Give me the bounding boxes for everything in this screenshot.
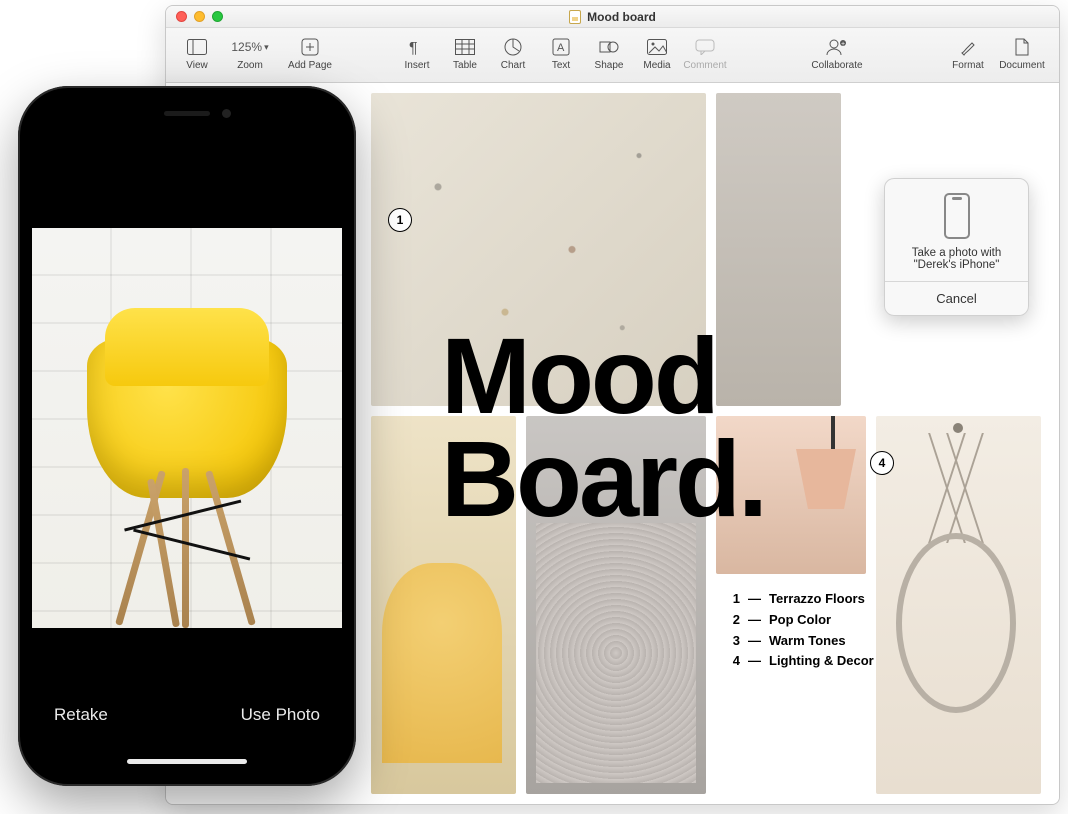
- collaborate-button[interactable]: + Collaborate: [802, 34, 872, 71]
- continuity-camera-popover: Take a photo with "Derek's iPhone" Cance…: [884, 178, 1029, 316]
- format-label: Format: [952, 60, 984, 71]
- yellow-chair: [87, 298, 287, 628]
- iphone-screen: Retake Use Photo: [32, 100, 342, 772]
- insert-button[interactable]: ¶ Insert: [394, 34, 440, 71]
- armchair-shape: [382, 563, 502, 763]
- marker-1: 1: [388, 208, 412, 232]
- comment-button[interactable]: Comment: [682, 34, 728, 71]
- sidebar-icon: [187, 34, 207, 60]
- table-label: Table: [453, 60, 477, 71]
- add-page-button[interactable]: Add Page: [280, 34, 340, 71]
- chart-icon: [504, 34, 522, 60]
- document-label: Document: [999, 60, 1045, 71]
- mirror-hook: [953, 423, 963, 433]
- text-icon: A: [552, 34, 570, 60]
- cancel-button[interactable]: Cancel: [885, 281, 1028, 315]
- iphone-notch: [107, 100, 267, 128]
- collaborate-label: Collaborate: [811, 60, 862, 71]
- view-button[interactable]: View: [174, 34, 220, 71]
- plus-page-icon: [301, 34, 319, 60]
- lamp-cord: [831, 416, 835, 451]
- text-button[interactable]: A Text: [538, 34, 584, 71]
- document-button[interactable]: Document: [993, 34, 1051, 71]
- legend: 1—Terrazzo Floors 2—Pop Color 3—Warm Ton…: [726, 589, 874, 672]
- table-icon: [455, 34, 475, 60]
- svg-text:A: A: [557, 42, 565, 54]
- page-title[interactable]: Mood Board.: [441, 325, 765, 530]
- popover-text-line2: "Derek's iPhone": [895, 259, 1018, 271]
- legend-row: 1—Terrazzo Floors: [726, 589, 874, 610]
- text-label: Text: [552, 60, 570, 71]
- media-icon: [647, 34, 667, 60]
- zoom-value: 125%▾: [231, 34, 268, 60]
- add-page-label: Add Page: [288, 60, 332, 71]
- traffic-lights: [176, 11, 223, 22]
- view-label: View: [186, 60, 208, 71]
- media-button[interactable]: Media: [634, 34, 680, 71]
- minimize-icon[interactable]: [194, 11, 205, 22]
- chevron-down-icon: ▾: [264, 42, 269, 53]
- zoom-label: Zoom: [237, 60, 263, 71]
- collaborate-icon: +: [826, 34, 848, 60]
- camera-bottom-bar: Retake Use Photo: [32, 672, 342, 772]
- camera-preview: [32, 228, 342, 628]
- svg-text:¶: ¶: [409, 40, 418, 56]
- zoom-button[interactable]: 125%▾ Zoom: [222, 34, 278, 71]
- svg-text:+: +: [841, 41, 845, 48]
- title-line-1: Mood: [441, 325, 765, 428]
- shape-button[interactable]: Shape: [586, 34, 632, 71]
- document-icon: [569, 10, 581, 24]
- title-line-2: Board.: [441, 428, 765, 531]
- shape-icon: [599, 34, 619, 60]
- document-icon: [1015, 34, 1029, 60]
- fur-shape: [536, 523, 696, 783]
- media-label: Media: [643, 60, 670, 71]
- iphone-device: Retake Use Photo: [18, 86, 356, 786]
- comment-label: Comment: [683, 60, 726, 71]
- use-photo-button[interactable]: Use Photo: [241, 705, 320, 725]
- window-title: Mood board: [587, 10, 656, 24]
- marker-4: 4: [870, 451, 894, 475]
- close-icon[interactable]: [176, 11, 187, 22]
- insert-label: Insert: [404, 60, 429, 71]
- table-button[interactable]: Table: [442, 34, 488, 71]
- chart-label: Chart: [501, 60, 525, 71]
- mirror-ring: [896, 533, 1016, 713]
- retake-button[interactable]: Retake: [54, 705, 108, 725]
- legend-row: 2—Pop Color: [726, 610, 874, 631]
- format-button[interactable]: Format: [945, 34, 991, 71]
- zoom-icon[interactable]: [212, 11, 223, 22]
- shape-label: Shape: [595, 60, 624, 71]
- chart-button[interactable]: Chart: [490, 34, 536, 71]
- comment-icon: [695, 34, 715, 60]
- toolbar: View 125%▾ Zoom Add Page ¶ Insert Table …: [166, 28, 1059, 83]
- legend-row: 3—Warm Tones: [726, 631, 874, 652]
- titlebar: Mood board: [166, 6, 1059, 28]
- brush-icon: [959, 34, 977, 60]
- popover-text-line1: Take a photo with: [895, 247, 1018, 259]
- pilcrow-icon: ¶: [409, 34, 425, 60]
- home-indicator[interactable]: [127, 759, 247, 764]
- iphone-icon: [944, 193, 970, 239]
- legend-row: 4—Lighting & Decor: [726, 651, 874, 672]
